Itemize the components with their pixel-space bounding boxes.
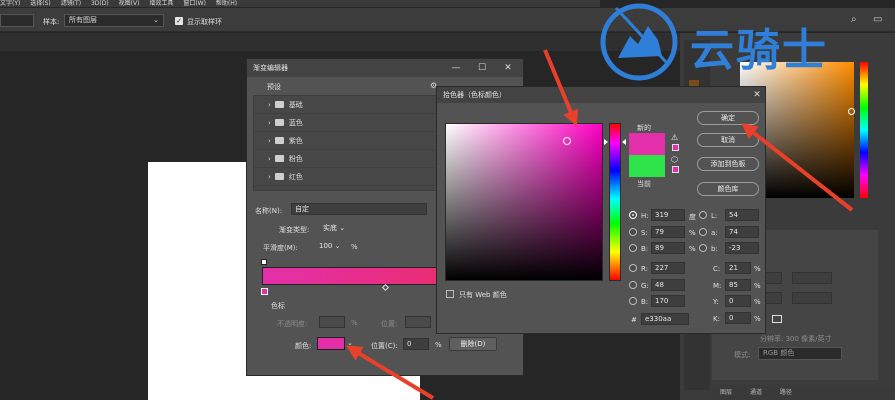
tutorial-arrows: [345, 49, 854, 400]
arrow-to-ok-button: [741, 123, 854, 212]
photoshop-screen: 文字(Y) 选择(S) 滤镜(T) 3D(D) 视图(V) 增效工具 窗口(W)…: [0, 0, 895, 400]
arrow-to-color-swatch: [345, 345, 435, 400]
arrow-to-hue-slider: [543, 49, 579, 127]
